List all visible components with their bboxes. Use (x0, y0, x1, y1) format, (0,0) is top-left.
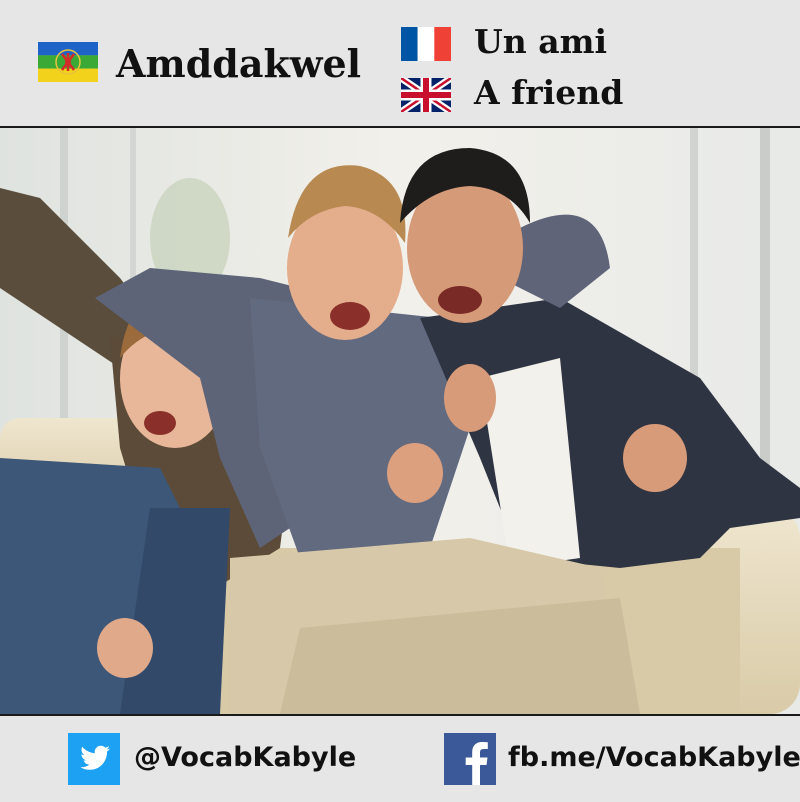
kabyle-flag-icon (38, 42, 98, 82)
header-panel: Amddakwel Un ami A friend (0, 0, 800, 128)
english-translation: A friend (474, 73, 624, 112)
twitter-handle[interactable]: @VocabKabyle (134, 738, 356, 778)
facebook-link[interactable]: fb.me/VocabKabyle (508, 738, 800, 778)
facebook-f-icon[interactable] (444, 733, 496, 785)
footer-panel: @VocabKabyle fb.me/VocabKabyle (0, 714, 800, 802)
friends-illustration (0, 128, 800, 714)
french-translation: Un ami (474, 22, 608, 61)
friends-photo (0, 128, 800, 714)
kabyle-word: Amddakwel (116, 41, 362, 86)
vocab-card: Amddakwel Un ami A friend @VocabKabyle f… (0, 0, 800, 802)
french-flag-icon (401, 27, 451, 61)
uk-flag-icon (401, 78, 451, 112)
twitter-bird-icon[interactable] (68, 733, 120, 785)
